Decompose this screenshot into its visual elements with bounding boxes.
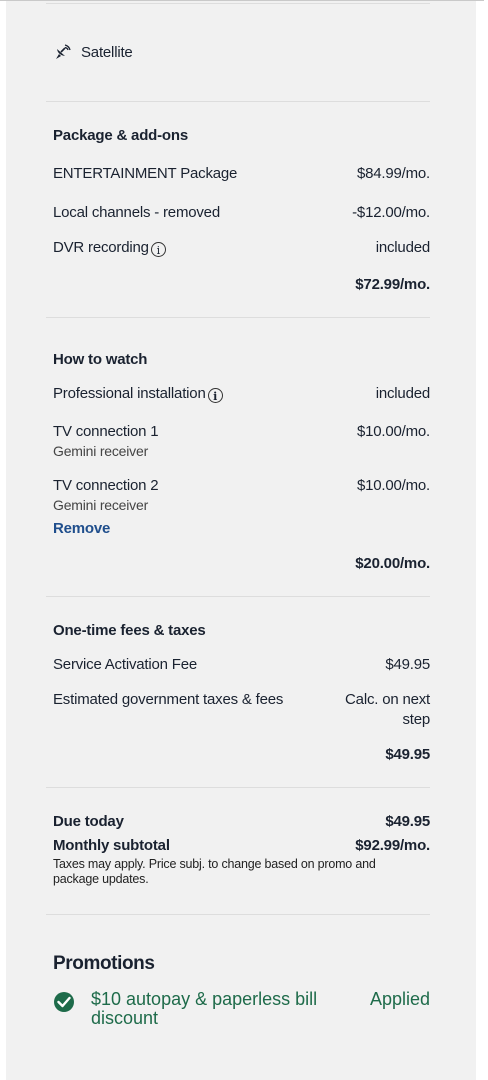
due-today-label: Due today xyxy=(53,813,124,830)
divider xyxy=(46,787,430,788)
divider xyxy=(46,914,430,915)
promotions-heading: Promotions xyxy=(53,953,155,974)
tv-connection-2-value: $10.00/mo. xyxy=(356,477,430,494)
price-disclaimer: Taxes may apply. Price subj. to change b… xyxy=(53,857,376,886)
taxes-value-line-1: Calc. on next xyxy=(345,691,430,708)
how-to-watch-heading: How to watch xyxy=(53,351,148,368)
divider xyxy=(46,596,430,597)
package-row-label: Local channels - removed xyxy=(53,204,220,221)
divider xyxy=(46,101,430,102)
package-total: $72.99/mo. xyxy=(355,276,430,293)
satellite-dish-icon xyxy=(52,43,72,68)
fees-heading: One-time fees & taxes xyxy=(53,622,206,639)
package-row-label: DVR recording xyxy=(53,239,149,256)
top-border xyxy=(0,0,484,1)
tv-connection-2-label: TV connection 2 xyxy=(53,477,159,494)
promotion-status: Applied xyxy=(369,989,430,1009)
promotion-description: $10 autopay & paperless bill discount xyxy=(91,989,318,1028)
installation-label: Professional installation xyxy=(53,385,206,402)
tv-connection-1-label: TV connection 1 xyxy=(53,423,159,440)
order-summary-panel xyxy=(6,0,476,1080)
installation-row: Professional installation i xyxy=(53,384,223,404)
installation-value: included xyxy=(375,385,430,402)
package-heading: Package & add-ons xyxy=(53,127,188,144)
remove-tv-connection-link[interactable]: Remove xyxy=(53,519,110,539)
tv-connection-1-receiver: Gemini receiver xyxy=(53,443,149,459)
monthly-subtotal-value: $92.99/mo. xyxy=(355,837,430,854)
monthly-subtotal-label: Monthly subtotal xyxy=(53,837,170,854)
taxes-label: Estimated government taxes & fees xyxy=(53,691,284,708)
divider xyxy=(46,317,430,318)
check-circle-icon xyxy=(54,992,74,1012)
package-row-label: ENTERTAINMENT Package xyxy=(53,165,238,182)
service-type-label: Satellite xyxy=(81,44,133,61)
activation-fee-value: $49.95 xyxy=(385,656,430,673)
package-row-value: included xyxy=(375,239,430,256)
dvr-recording-row: DVR recording i xyxy=(53,238,166,258)
divider xyxy=(46,3,430,4)
due-today-value: $49.95 xyxy=(385,813,430,830)
package-row-value: -$12.00/mo. xyxy=(352,204,430,221)
package-row-value: $84.99/mo. xyxy=(356,165,430,182)
taxes-value-line-2: step xyxy=(402,711,430,728)
fees-total: $49.95 xyxy=(385,746,430,763)
how-to-watch-total: $20.00/mo. xyxy=(355,555,430,572)
tv-connection-2-receiver: Gemini receiver xyxy=(53,497,149,513)
info-icon[interactable]: i xyxy=(150,242,166,257)
tv-connection-1-value: $10.00/mo. xyxy=(356,423,430,440)
activation-fee-label: Service Activation Fee xyxy=(53,656,198,673)
info-icon[interactable]: i xyxy=(207,388,223,403)
